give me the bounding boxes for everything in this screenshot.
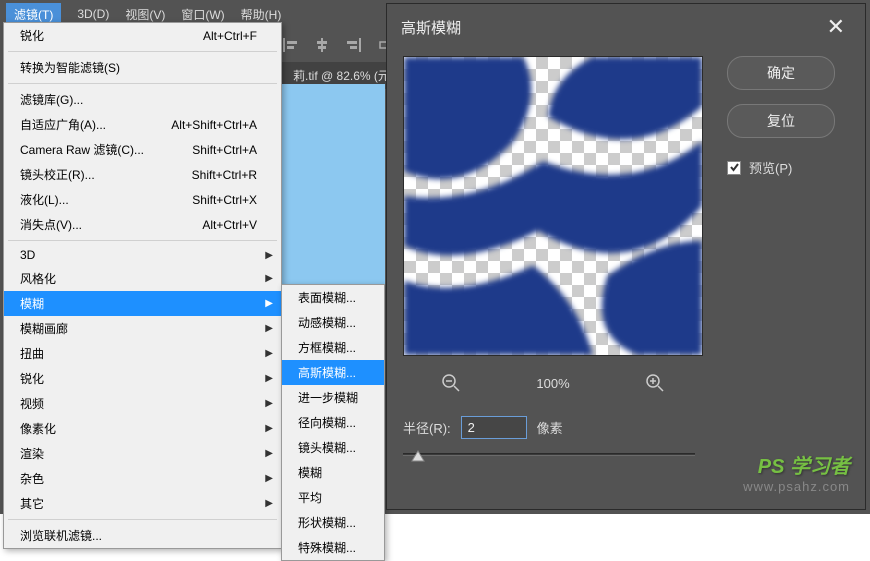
submenu-surface-blur[interactable]: 表面模糊... — [282, 285, 384, 310]
radius-slider[interactable] — [403, 453, 695, 456]
preview-label: 预览(P) — [749, 158, 792, 177]
submenu-average[interactable]: 平均 — [282, 485, 384, 510]
submenu-blur-more[interactable]: 进一步模糊 — [282, 385, 384, 410]
chevron-right-icon: ▶ — [265, 250, 273, 261]
menu-item-pixelate[interactable]: 像素化▶ — [4, 416, 281, 441]
zoom-percentage: 100% — [536, 376, 569, 391]
chevron-right-icon: ▶ — [265, 448, 273, 459]
submenu-blur[interactable]: 模糊 — [282, 460, 384, 485]
preview-checkbox[interactable] — [727, 161, 741, 175]
align-right-icon[interactable] — [345, 36, 363, 54]
menu-item-liquify[interactable]: 液化(L)...Shift+Ctrl+X — [4, 187, 281, 212]
chevron-right-icon: ▶ — [265, 498, 273, 509]
chevron-right-icon: ▶ — [265, 348, 273, 359]
radius-input[interactable] — [461, 416, 527, 439]
radius-label: 半径(R): — [403, 418, 451, 437]
zoom-in-icon[interactable] — [644, 372, 666, 394]
menu-item-stylize[interactable]: 风格化▶ — [4, 266, 281, 291]
dialog-title: 高斯模糊 — [401, 17, 461, 38]
watermark: PS 学习者 www.psahz.com — [743, 450, 850, 494]
preview-image[interactable] — [403, 56, 703, 356]
menu-item-3d[interactable]: 3D▶ — [4, 244, 281, 266]
menu-item-adaptive-wide-angle[interactable]: 自适应广角(A)...Alt+Shift+Ctrl+A — [4, 112, 281, 137]
menu-item-blur[interactable]: 模糊▶ — [4, 291, 281, 316]
menu-item-sharpen[interactable]: 锐化▶ — [4, 366, 281, 391]
menu-window[interactable]: 窗口(W) — [181, 6, 224, 23]
menu-item-camera-raw[interactable]: Camera Raw 滤镜(C)...Shift+Ctrl+A — [4, 137, 281, 162]
submenu-smart-blur[interactable]: 特殊模糊... — [282, 535, 384, 560]
chevron-right-icon: ▶ — [265, 473, 273, 484]
menu-item-video[interactable]: 视频▶ — [4, 391, 281, 416]
blur-submenu: 表面模糊... 动感模糊... 方框模糊... 高斯模糊... 进一步模糊 径向… — [281, 284, 385, 561]
menu-item-browse-online[interactable]: 浏览联机滤镜... — [4, 523, 281, 548]
submenu-motion-blur[interactable]: 动感模糊... — [282, 310, 384, 335]
menu-item-lens-correction[interactable]: 镜头校正(R)...Shift+Ctrl+R — [4, 162, 281, 187]
chevron-right-icon: ▶ — [265, 373, 273, 384]
chevron-right-icon: ▶ — [265, 323, 273, 334]
submenu-radial-blur[interactable]: 径向模糊... — [282, 410, 384, 435]
submenu-box-blur[interactable]: 方框模糊... — [282, 335, 384, 360]
menu-item-other[interactable]: 其它▶ — [4, 491, 281, 516]
menu-item-smart-filter[interactable]: 转换为智能滤镜(S) — [4, 55, 281, 80]
menu-item-noise[interactable]: 杂色▶ — [4, 466, 281, 491]
watermark-url: www.psahz.com — [743, 479, 850, 494]
chevron-right-icon: ▶ — [265, 423, 273, 434]
menu-item-distort[interactable]: 扭曲▶ — [4, 341, 281, 366]
align-left-icon[interactable] — [281, 36, 299, 54]
options-toolbar — [281, 28, 395, 62]
chevron-right-icon: ▶ — [265, 398, 273, 409]
ok-button[interactable]: 确定 — [727, 56, 835, 90]
menu-item-render[interactable]: 渲染▶ — [4, 441, 281, 466]
gaussian-blur-dialog: 高斯模糊 ✕ 100% 半径(R): — [386, 3, 866, 510]
slider-thumb-icon[interactable] — [411, 449, 425, 463]
submenu-lens-blur[interactable]: 镜头模糊... — [282, 435, 384, 460]
align-center-h-icon[interactable] — [313, 36, 331, 54]
chevron-right-icon: ▶ — [265, 298, 273, 309]
menu-3d[interactable]: 3D(D) — [77, 7, 109, 21]
reset-button[interactable]: 复位 — [727, 104, 835, 138]
watermark-text: PS 学习者 — [743, 450, 850, 479]
submenu-gaussian-blur[interactable]: 高斯模糊... — [282, 360, 384, 385]
menu-view[interactable]: 视图(V) — [125, 6, 165, 23]
dialog-titlebar[interactable]: 高斯模糊 ✕ — [387, 4, 865, 50]
preview-content — [404, 57, 702, 355]
close-icon[interactable]: ✕ — [821, 14, 851, 40]
menu-item-blur-gallery[interactable]: 模糊画廊▶ — [4, 316, 281, 341]
menu-item-last-filter[interactable]: 锐化Alt+Ctrl+F — [4, 23, 281, 48]
chevron-right-icon: ▶ — [265, 273, 273, 284]
zoom-out-icon[interactable] — [440, 372, 462, 394]
menu-item-vanishing-point[interactable]: 消失点(V)...Alt+Ctrl+V — [4, 212, 281, 237]
filter-menu: 锐化Alt+Ctrl+F 转换为智能滤镜(S) 滤镜库(G)... 自适应广角(… — [3, 22, 282, 549]
menu-help[interactable]: 帮助(H) — [241, 6, 282, 23]
radius-unit: 像素 — [537, 418, 563, 437]
check-icon — [729, 162, 740, 173]
menu-item-filter-gallery[interactable]: 滤镜库(G)... — [4, 87, 281, 112]
